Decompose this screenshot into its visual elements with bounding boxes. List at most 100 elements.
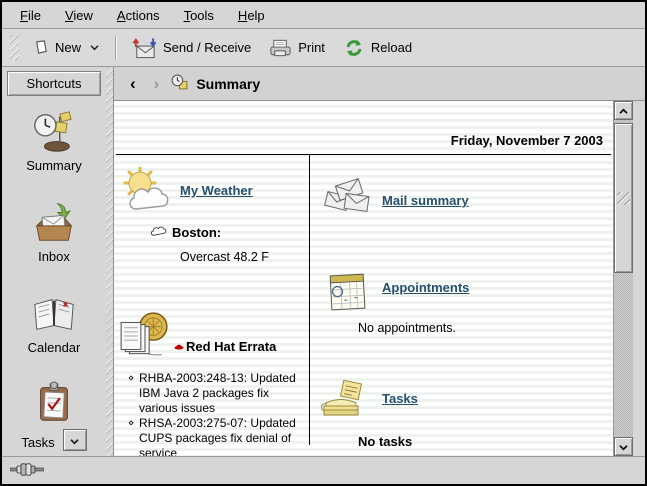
summary-canvas: Friday, November 7 2003 [113, 101, 613, 456]
status-bar [2, 456, 645, 484]
shortcuts-group-button[interactable]: Shortcuts [7, 71, 101, 96]
menu-help-mnemonic: H [238, 8, 247, 23]
summary-right-column: Mail summary [310, 155, 613, 445]
sidebar-item-inbox[interactable]: Inbox [31, 201, 77, 264]
weather-condition: Overcast 48.2 F [180, 250, 309, 264]
vertical-scrollbar[interactable] [613, 101, 633, 456]
scrollbar-thumb[interactable] [614, 123, 633, 273]
menu-file-label: ile [28, 8, 41, 23]
bullet-icon: ⋄ [128, 371, 139, 416]
summary-view-icon [171, 74, 188, 94]
weather-location-row: Boston: [150, 224, 309, 240]
menu-bar: File View Actions Tools Help [2, 2, 645, 29]
menu-file-mnemonic: F [20, 8, 28, 23]
summary-content-row: Friday, November 7 2003 [113, 101, 645, 456]
scrollbar-grip [617, 192, 630, 205]
weather-icon [120, 167, 174, 216]
errata-icon [118, 310, 172, 365]
menu-file[interactable]: File [8, 4, 53, 27]
sidebar-item-calendar[interactable]: Calendar [28, 292, 81, 355]
shortcut-group-combo-button[interactable] [63, 429, 87, 451]
online-status-icon[interactable] [10, 463, 44, 479]
summary-shortcut-icon [31, 110, 77, 154]
sidebar-item-calendar-label: Calendar [28, 340, 81, 355]
summary-left-column: My Weather Boston: Overcast 48.2 F [114, 155, 310, 445]
errata-list-item[interactable]: ⋄ RHBA-2003:248-13: Updated IBM Java 2 p… [128, 371, 308, 416]
inbox-shortcut-icon [31, 201, 77, 245]
print-label: Print [298, 40, 325, 55]
chevron-up-icon [618, 103, 629, 118]
errata-title: Red Hat Errata [174, 328, 276, 365]
appointments-link[interactable]: Appointments [382, 280, 469, 315]
reload-label: Reload [371, 40, 412, 55]
menu-actions-mnemonic: A [117, 8, 126, 23]
tasks-empty-text: No tasks [358, 434, 613, 449]
chevron-down-icon [89, 44, 100, 51]
mail-section-header: Mail summary [324, 177, 613, 220]
reload-icon [343, 38, 365, 58]
cloud-icon [150, 224, 167, 240]
main-view: ‹ › Summary Friday, November 7 2003 [113, 67, 645, 456]
errata-item-text: RHSA-2003:275-07: Updated CUPS packages … [139, 416, 308, 456]
evolution-window: File View Actions Tools Help New Send / … [0, 0, 647, 486]
red-hat-icon [174, 339, 184, 354]
errata-list-item[interactable]: ⋄ RHSA-2003:275-07: Updated CUPS package… [128, 416, 308, 456]
print-button[interactable]: Print [260, 33, 334, 63]
menu-tools-label: ools [190, 8, 214, 23]
bullet-icon: ⋄ [128, 416, 139, 456]
errata-title-text: Red Hat Errata [186, 339, 276, 354]
sidebar-item-inbox-label: Inbox [38, 249, 70, 264]
errata-list: ⋄ RHBA-2003:248-13: Updated IBM Java 2 p… [128, 371, 308, 456]
tasks-section-header: Tasks [318, 377, 613, 422]
new-note-icon [32, 39, 49, 56]
toolbar-drag-handle[interactable] [10, 35, 19, 61]
body: Shortcuts Summary [2, 67, 645, 456]
scroll-up-button[interactable] [614, 101, 633, 120]
my-weather-link[interactable]: My Weather [180, 183, 253, 216]
reload-button[interactable]: Reload [334, 33, 421, 63]
sidebar-item-summary[interactable]: Summary [26, 110, 82, 173]
new-button[interactable]: New [23, 34, 109, 61]
weather-section-header: My Weather [120, 167, 309, 216]
sidebar-item-tasks-label: Tasks [21, 435, 54, 450]
menu-view[interactable]: View [53, 4, 105, 27]
back-button[interactable]: ‹ [124, 74, 142, 94]
date-heading: Friday, November 7 2003 [114, 101, 613, 154]
appointments-icon [326, 270, 370, 315]
errata-item-text: RHBA-2003:248-13: Updated IBM Java 2 pac… [139, 371, 308, 416]
view-header: ‹ › Summary [113, 67, 645, 101]
scroll-down-button[interactable] [614, 437, 633, 456]
forward-button[interactable]: › [148, 74, 166, 94]
send-receive-label: Send / Receive [163, 40, 251, 55]
right-gutter [633, 101, 645, 456]
shortcuts-sidebar: Shortcuts Summary [2, 67, 106, 456]
sidebar-splitter-handle[interactable] [106, 67, 113, 456]
tasks-link[interactable]: Tasks [382, 391, 418, 422]
appointments-section-header: Appointments [326, 270, 613, 315]
chevron-down-icon [69, 433, 80, 448]
menu-actions[interactable]: Actions [105, 4, 172, 27]
mail-summary-link[interactable]: Mail summary [382, 193, 469, 220]
printer-icon [269, 38, 292, 58]
menu-tools[interactable]: Tools [172, 4, 226, 27]
errata-section-header: Red Hat Errata [118, 310, 309, 365]
menu-help-label: elp [247, 8, 264, 23]
menu-view-label: iew [73, 8, 93, 23]
tasks-notes-icon [318, 377, 368, 422]
mail-summary-icon [324, 177, 370, 220]
toolbar-separator [115, 36, 117, 60]
send-receive-button[interactable]: Send / Receive [123, 32, 260, 64]
tasks-shortcut-icon [31, 381, 77, 425]
menu-help[interactable]: Help [226, 4, 277, 27]
view-title: Summary [196, 76, 260, 92]
send-receive-icon [132, 37, 157, 59]
chevron-down-icon [618, 439, 629, 454]
toolbar: New Send / Receive Print [2, 29, 645, 67]
new-button-label: New [55, 40, 81, 55]
sidebar-item-summary-label: Summary [26, 158, 82, 173]
weather-location-label: Boston: [172, 225, 221, 240]
sidebar-item-tasks[interactable]: Tasks [21, 381, 86, 451]
calendar-shortcut-icon [31, 292, 77, 336]
menu-actions-label: ctions [126, 8, 160, 23]
appointments-empty-text: No appointments. [358, 321, 613, 335]
